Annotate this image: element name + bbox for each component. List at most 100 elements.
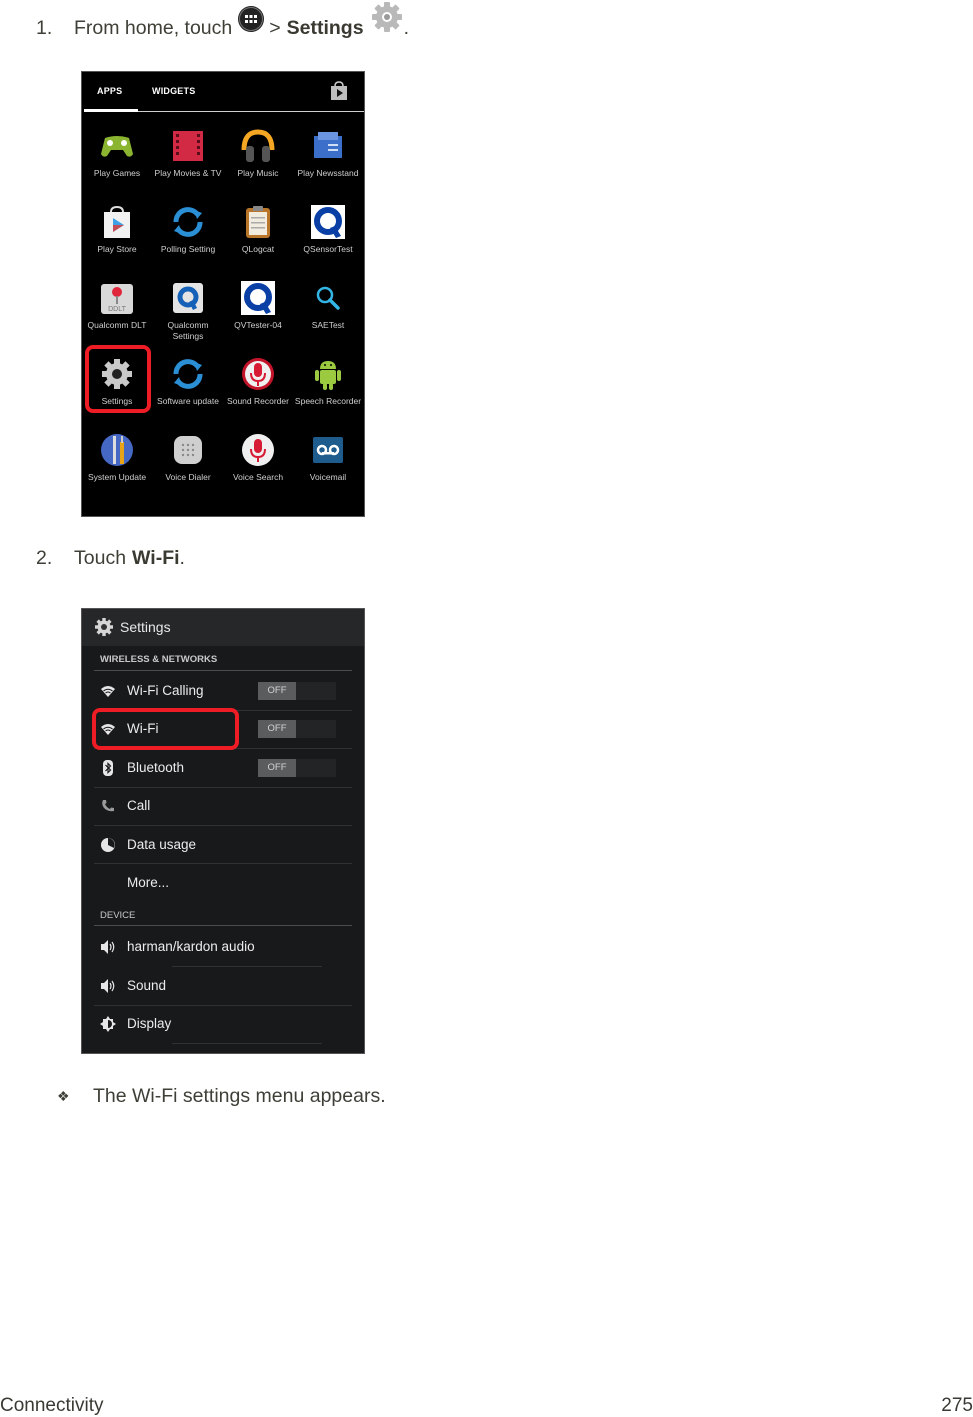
- step-2: 2. Touch Wi-Fi .: [36, 547, 185, 570]
- toggle-state: OFF: [258, 759, 296, 777]
- settings-screenshot: Settings WIRELESS & NETWORKS Wi-Fi Calli…: [81, 608, 365, 1054]
- tab-apps[interactable]: APPS: [97, 86, 122, 96]
- settings-item-label: Sound: [127, 978, 167, 993]
- wifi-highlight-box: [92, 708, 239, 750]
- settings-item-wifi-calling[interactable]: Wi-Fi Calling OFF: [82, 672, 364, 710]
- app-qlogcat[interactable]: QLogcat: [223, 204, 293, 255]
- settings-item-harman-kardon-audio[interactable]: harman/kardon audio: [82, 928, 364, 966]
- app-label: QVTester-04: [234, 320, 282, 330]
- play-movies-icon: [170, 128, 206, 164]
- sound-recorder-icon: [240, 356, 276, 392]
- play-store-icon: [99, 204, 135, 240]
- play-games-icon: [99, 128, 135, 164]
- tabs-divider: [138, 111, 364, 112]
- settings-item-more[interactable]: More...: [82, 864, 364, 902]
- app-label: Sound Recorder: [227, 396, 289, 406]
- wifi-toggle[interactable]: OFF: [258, 720, 336, 738]
- app-polling-setting[interactable]: Polling Setting: [153, 204, 223, 255]
- app-speech-recorder[interactable]: Speech Recorder: [293, 356, 363, 407]
- settings-item-label: Data usage: [127, 837, 197, 852]
- settings-item-display[interactable]: Display: [82, 1005, 364, 1043]
- bluetooth-toggle[interactable]: OFF: [258, 759, 336, 777]
- wifi-target: Wi-Fi: [132, 547, 180, 569]
- settings-header: Settings: [82, 609, 364, 646]
- play-newsstand-icon: [310, 128, 346, 164]
- app-qsensortest[interactable]: QSensorTest: [293, 204, 363, 255]
- system-update-icon: [99, 432, 135, 468]
- data-usage-icon: [100, 837, 116, 853]
- active-tab-indicator: [84, 109, 138, 112]
- qvtester-icon: [240, 280, 276, 316]
- apps-launcher-icon: [237, 5, 265, 39]
- app-label: Play Newsstand: [297, 168, 359, 178]
- wifi-calling-toggle[interactable]: OFF: [258, 682, 336, 700]
- settings-gear-icon: [94, 617, 114, 642]
- speaker-icon: [100, 978, 116, 994]
- app-software-update[interactable]: Software update: [153, 356, 223, 407]
- settings-gear-icon: [370, 0, 404, 40]
- speaker-icon: [100, 939, 116, 955]
- step-text-end: .: [179, 547, 185, 569]
- app-voice-search[interactable]: Voice Search: [223, 432, 293, 483]
- app-play-newsstand[interactable]: Play Newsstand: [293, 128, 363, 179]
- section-divider: [94, 925, 352, 926]
- settings-target: Settings: [286, 16, 364, 39]
- phone-icon: [100, 798, 116, 814]
- step-text-end: .: [403, 16, 409, 39]
- app-voice-dialer[interactable]: Voice Dialer: [153, 432, 223, 483]
- qlogcat-icon: [240, 204, 276, 240]
- app-label: QLogcat: [241, 244, 275, 254]
- settings-item-call[interactable]: Call: [82, 787, 364, 825]
- settings-title: Settings: [120, 619, 171, 635]
- settings-item-sound[interactable]: Sound: [82, 967, 364, 1005]
- settings-item-label: Wi-Fi Calling: [127, 683, 204, 698]
- app-label: Qualcomm DLT: [87, 320, 147, 330]
- play-store-bag-icon[interactable]: [328, 80, 350, 102]
- app-sound-recorder[interactable]: Sound Recorder: [223, 356, 293, 407]
- app-label: Voicemail: [309, 472, 347, 482]
- tab-widgets[interactable]: WIDGETS: [152, 86, 195, 96]
- app-label: Play Store: [97, 244, 137, 254]
- software-update-icon: [170, 356, 206, 392]
- footer-page-number: 275: [941, 1395, 973, 1416]
- section-header-wireless: WIRELESS & NETWORKS: [100, 654, 218, 665]
- step-1: 1. From home, touch > Settings .: [36, 2, 409, 48]
- play-music-icon: [240, 128, 276, 164]
- settings-item-data-usage[interactable]: Data usage: [82, 826, 364, 864]
- app-play-music[interactable]: Play Music: [223, 128, 293, 179]
- step-number: 1.: [36, 16, 53, 39]
- app-label: Software update: [157, 396, 219, 406]
- app-label: Play Games: [93, 168, 141, 178]
- app-play-movies[interactable]: Play Movies & TV: [153, 128, 223, 179]
- voice-search-icon: [240, 432, 276, 468]
- android-robot-icon: [310, 356, 346, 392]
- settings-item-label: Bluetooth: [127, 760, 185, 775]
- qualcomm-dlt-icon: DDLT: [99, 280, 135, 316]
- qsensortest-icon: [310, 204, 346, 240]
- app-play-store[interactable]: Play Store: [82, 204, 152, 255]
- step-text: Touch: [74, 547, 127, 569]
- app-qvtester[interactable]: QVTester-04: [223, 280, 293, 331]
- toggle-state: OFF: [258, 720, 296, 738]
- app-label: Play Movies & TV: [154, 168, 222, 178]
- settings-item-label: Display: [127, 1016, 172, 1031]
- app-qualcomm-settings[interactable]: Qualcomm Settings: [153, 280, 223, 341]
- wifi-icon: [100, 683, 116, 699]
- footer-section-name: Connectivity: [0, 1395, 104, 1416]
- polling-setting-icon: [170, 204, 206, 240]
- app-label: Voice Search: [232, 472, 284, 482]
- app-voicemail[interactable]: Voicemail: [293, 432, 363, 483]
- app-system-update[interactable]: System Update: [82, 432, 152, 483]
- step-result: ❖ The Wi-Fi settings menu appears.: [57, 1085, 386, 1108]
- settings-item-bluetooth[interactable]: Bluetooth OFF: [82, 749, 364, 787]
- app-qualcomm-dlt[interactable]: DDLT Qualcomm DLT: [82, 280, 152, 331]
- section-divider: [94, 670, 352, 671]
- app-play-games[interactable]: Play Games: [82, 128, 152, 179]
- saetest-search-icon: [310, 280, 346, 316]
- app-label: Voice Dialer: [165, 472, 211, 482]
- app-saetest[interactable]: SAETest: [293, 280, 363, 331]
- svg-text:DDLT: DDLT: [108, 306, 126, 313]
- settings-item-label: Call: [127, 798, 151, 813]
- app-label: Polling Setting: [160, 244, 216, 254]
- app-label: System Update: [87, 472, 147, 482]
